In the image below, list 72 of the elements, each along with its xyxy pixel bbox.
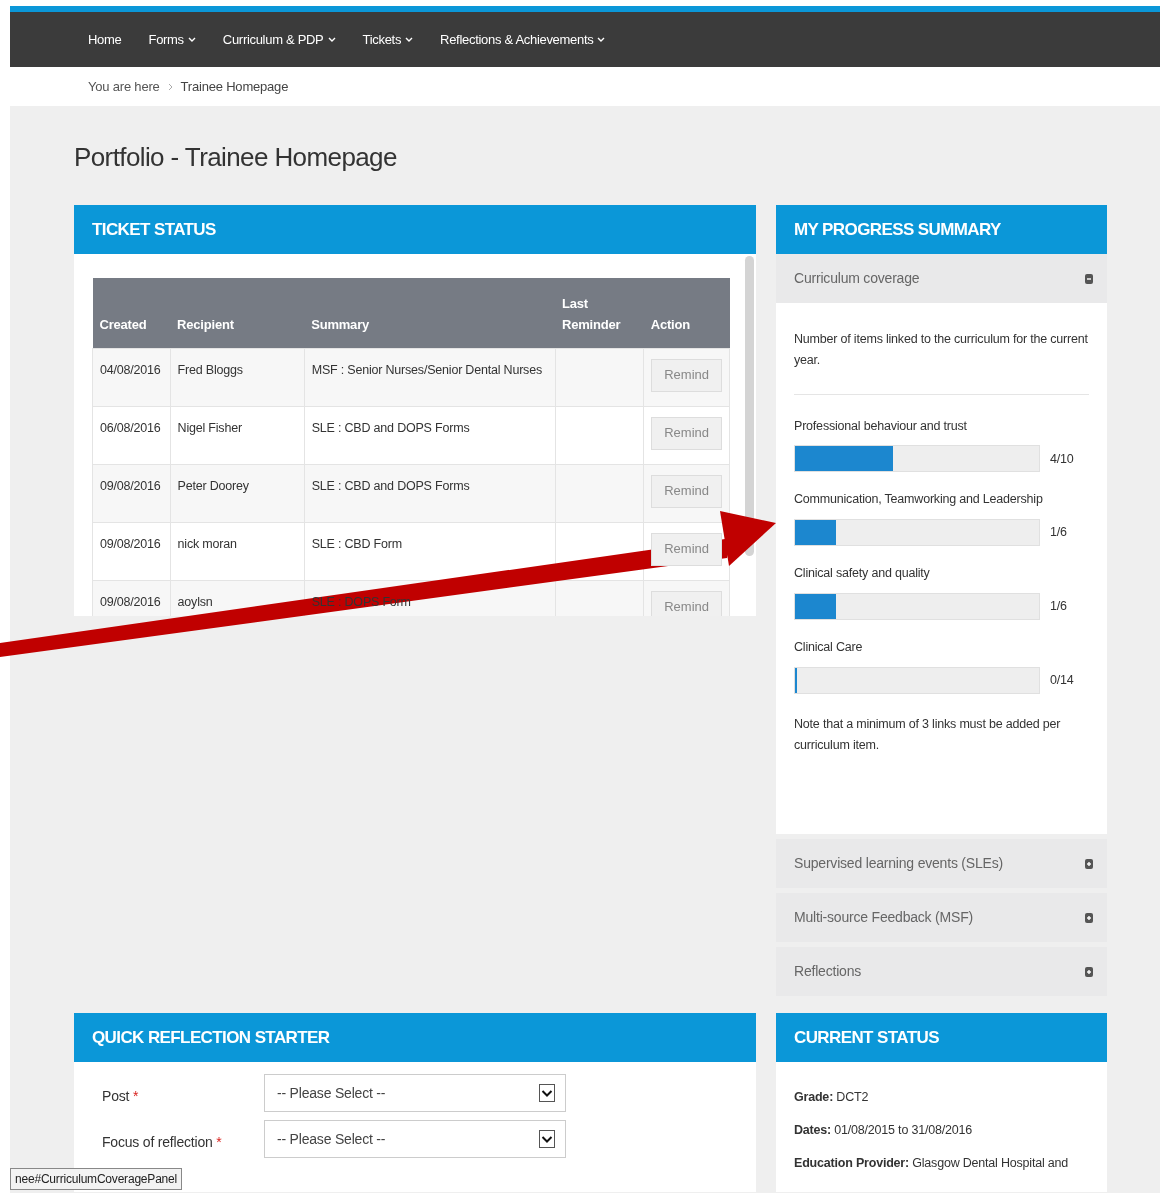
collapse-icon: [1085, 273, 1093, 284]
breadcrumb-link[interactable]: Trainee Homepage: [180, 76, 289, 97]
table-cell: 04/08/2016: [100, 362, 161, 377]
field-label: Post: [102, 1088, 130, 1105]
table-cell: SLE : CBD Form: [311, 536, 402, 551]
accordion-title: Reflections: [794, 962, 862, 982]
expand-icon: [1085, 912, 1093, 923]
table-cell: MSF : Senior Nurses/Senior Dental Nurses: [311, 362, 542, 377]
table-cell: SLE : CBD and DOPS Forms: [311, 478, 470, 493]
column-header: Action: [643, 278, 730, 349]
progress-label: Clinical safety and quality: [794, 565, 931, 583]
dropdown-icon: [539, 1084, 555, 1103]
status-text: Education Provider: Glasgow Dental Hospital and: [794, 1154, 1070, 1172]
progress-reading: 0/14: [1050, 671, 1074, 689]
select-field[interactable]: -- Please Select --: [264, 1120, 566, 1159]
remind-button[interactable]: Remind: [651, 358, 722, 392]
field-label: Focus of reflection: [102, 1134, 213, 1151]
table-cell: 09/08/2016: [100, 536, 161, 551]
panel-header: QUICK REFLECTION STARTER: [74, 1013, 756, 1063]
table-cell: Nigel Fisher: [177, 420, 242, 435]
progress-label: Professional behaviour and trust: [794, 417, 968, 435]
column-header: Recipient: [170, 278, 305, 349]
column-header: Last Reminder: [555, 278, 644, 349]
remind-button[interactable]: Remind: [651, 590, 722, 617]
progress-label: Communication, Teamworking and Leadership: [794, 491, 1044, 509]
panel-header: TICKET STATUS: [74, 205, 756, 255]
nav-link[interactable]: Tickets: [362, 29, 414, 50]
table-cell: nick moran: [177, 536, 237, 551]
status-text: Dates: 01/08/2015 to 31/08/2016: [794, 1121, 973, 1139]
table-cell: Peter Doorey: [177, 478, 249, 493]
table-cell: 06/08/2016: [100, 420, 161, 435]
panel-header: MY PROGRESS SUMMARY: [776, 205, 1107, 255]
dropdown-icon: [539, 1130, 555, 1149]
remind-button[interactable]: Remind: [651, 532, 722, 566]
page-title: Portfolio - Trainee Homepage: [74, 142, 398, 174]
nav-link[interactable]: Reflections & Achievements: [440, 29, 606, 50]
accordion-title: Multi-source Feedback (MSF): [794, 908, 973, 928]
chevron-icon: [167, 82, 173, 91]
accordion-header[interactable]: Curriculum coverage: [776, 254, 1107, 304]
expand-icon: [1085, 966, 1093, 977]
table-cell: aoylsn: [177, 594, 213, 609]
remind-button[interactable]: Remind: [651, 474, 722, 508]
note-text: Note that a minimum of 3 links must be added per curriculum item.: [794, 715, 1062, 754]
remind-button[interactable]: Remind: [651, 416, 722, 450]
progress-reading: 1/6: [1050, 524, 1067, 542]
table-cell: Fred Bloggs: [177, 362, 243, 377]
table-cell: 09/08/2016: [100, 478, 161, 493]
description-text: Number of items linked to the curriculum for the current year.: [794, 329, 1089, 395]
table-cell: SLE : CBD and DOPS Forms: [311, 420, 470, 435]
progress-label: Clinical Care: [794, 638, 864, 656]
nav-link[interactable]: Home: [88, 29, 122, 50]
panel-header: CURRENT STATUS: [776, 1013, 1107, 1063]
required-mark: *: [132, 1088, 139, 1105]
accordion-title: Curriculum coverage: [794, 269, 920, 289]
accordion-header[interactable]: Supervised learning events (SLEs): [776, 839, 1107, 889]
column-header: Summary: [304, 278, 556, 349]
table-cell: 09/08/2016: [100, 594, 161, 609]
select-field[interactable]: -- Please Select --: [264, 1074, 566, 1113]
nav-link[interactable]: Forms: [148, 29, 196, 50]
accordion-header[interactable]: Reflections: [776, 947, 1107, 997]
required-mark: *: [216, 1134, 222, 1151]
accordion-header[interactable]: Multi-source Feedback (MSF): [776, 893, 1107, 943]
scrollbar[interactable]: [745, 256, 754, 557]
expand-icon: [1085, 858, 1093, 869]
column-header: Created: [92, 278, 171, 349]
breadcrumb-label: You are here: [88, 77, 160, 96]
accordion-title: Supervised learning events (SLEs): [794, 854, 1003, 874]
status-bar: nee#CurriculumCoveragePanel: [10, 1168, 183, 1190]
nav-link[interactable]: Curriculum & PDP: [222, 29, 336, 50]
progress-reading: 1/6: [1050, 598, 1067, 616]
progress-reading: 4/10: [1050, 450, 1074, 468]
status-text: Grade: DCT2: [794, 1089, 870, 1107]
